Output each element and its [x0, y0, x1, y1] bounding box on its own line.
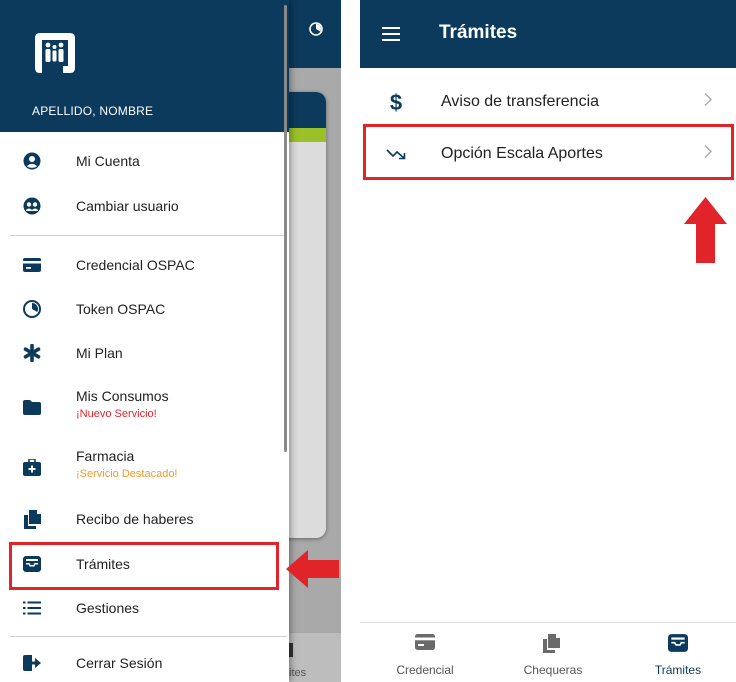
- credit-card-icon: [22, 255, 42, 275]
- right-screenshot: Trámites $ Aviso de transferencia Opción…: [360, 0, 736, 682]
- menu-item-label: Mi Plan: [76, 345, 123, 361]
- menu-item-label: Mis Consumos: [76, 388, 169, 404]
- menu-item-label: Token OSPAC: [76, 301, 166, 317]
- logout-icon: [22, 653, 42, 673]
- asterisk-icon: [22, 343, 42, 363]
- menu-item-label: Recibo de haberes: [76, 511, 194, 527]
- list-item-label: Aviso de transferencia: [441, 93, 600, 110]
- background-nav-label: ites: [289, 667, 307, 679]
- menu-item-label: Cambiar usuario: [76, 198, 179, 214]
- user-name: APELLIDO, NOMBRE: [32, 104, 154, 118]
- featured-service-badge: ¡Servicio Destacado!: [76, 468, 178, 480]
- page-title: Trámites: [439, 22, 518, 43]
- chevron-right-icon: [704, 93, 712, 112]
- nav-tab-label: Chequeras: [523, 663, 583, 677]
- documents-icon: [22, 509, 42, 529]
- svg-text:$: $: [390, 91, 402, 113]
- folder-icon: [22, 397, 42, 417]
- drawer-header: APELLIDO, NOMBRE: [0, 0, 289, 132]
- highlight-box-opcion-escala-aportes: [363, 124, 734, 180]
- timer-icon: [22, 299, 42, 319]
- account-circle-icon: [22, 151, 42, 171]
- drawer-scrollbar[interactable]: [284, 5, 287, 452]
- menu-item-label: Credencial OSPAC: [76, 257, 195, 273]
- menu-item-label: Mi Cuenta: [76, 153, 140, 169]
- menu-item-gestiones[interactable]: Gestiones: [0, 589, 289, 627]
- new-service-badge: ¡Nuevo Servicio!: [76, 408, 157, 420]
- red-arrow-left: [286, 550, 339, 588]
- menu-item-mis-consumos[interactable]: Mis Consumos ¡Nuevo Servicio!: [0, 384, 289, 430]
- nav-tab-chequeras[interactable]: Chequeras: [498, 623, 608, 682]
- ospac-logo: [35, 33, 75, 73]
- switch-user-icon: [22, 196, 42, 216]
- timer-icon: [309, 22, 323, 40]
- background-top-bar: [289, 0, 341, 68]
- menu-item-token-ospac[interactable]: Token OSPAC: [0, 290, 289, 328]
- nav-tab-label: Trámites: [654, 663, 702, 677]
- app-header: Trámites: [360, 0, 736, 68]
- menu-item-label: Farmacia: [76, 448, 135, 464]
- menu-item-cerrar-sesion[interactable]: Cerrar Sesión: [0, 644, 289, 682]
- inbox-tray-icon: [668, 634, 688, 652]
- highlight-box-tramites: [9, 542, 279, 590]
- menu-item-label: Cerrar Sesión: [76, 655, 163, 671]
- list-icon: [22, 598, 42, 618]
- menu-item-credencial-ospac[interactable]: Credencial OSPAC: [0, 246, 289, 284]
- menu-item-cambiar-usuario[interactable]: Cambiar usuario: [0, 187, 289, 225]
- menu-item-farmacia[interactable]: Farmacia ¡Servicio Destacado!: [0, 444, 289, 490]
- menu-item-mi-plan[interactable]: Mi Plan: [0, 334, 289, 372]
- dollar-icon: $: [386, 91, 406, 113]
- menu-item-recibo-de-haberes[interactable]: Recibo de haberes: [0, 500, 289, 538]
- nav-tab-credencial[interactable]: Credencial: [370, 623, 480, 682]
- background-bottom-nav: ites: [289, 632, 341, 682]
- menu-divider: [10, 235, 287, 236]
- documents-icon: [543, 634, 563, 653]
- menu-item-label: Gestiones: [76, 600, 140, 616]
- medical-kit-icon: [22, 457, 42, 477]
- list-item-aviso-de-transferencia[interactable]: $ Aviso de transferencia: [360, 77, 736, 127]
- credit-card-icon: [415, 634, 435, 652]
- nav-tab-label: Credencial: [396, 663, 454, 677]
- menu-divider: [10, 636, 287, 637]
- red-arrow-up: [684, 197, 727, 263]
- menu-item-mi-cuenta[interactable]: Mi Cuenta: [0, 142, 289, 180]
- inbox-tray-icon: [289, 643, 293, 657]
- hamburger-menu-icon[interactable]: [382, 27, 400, 41]
- bottom-navigation: Credencial Chequeras Trámites: [360, 622, 736, 682]
- nav-tab-tramites[interactable]: Trámites: [623, 623, 733, 682]
